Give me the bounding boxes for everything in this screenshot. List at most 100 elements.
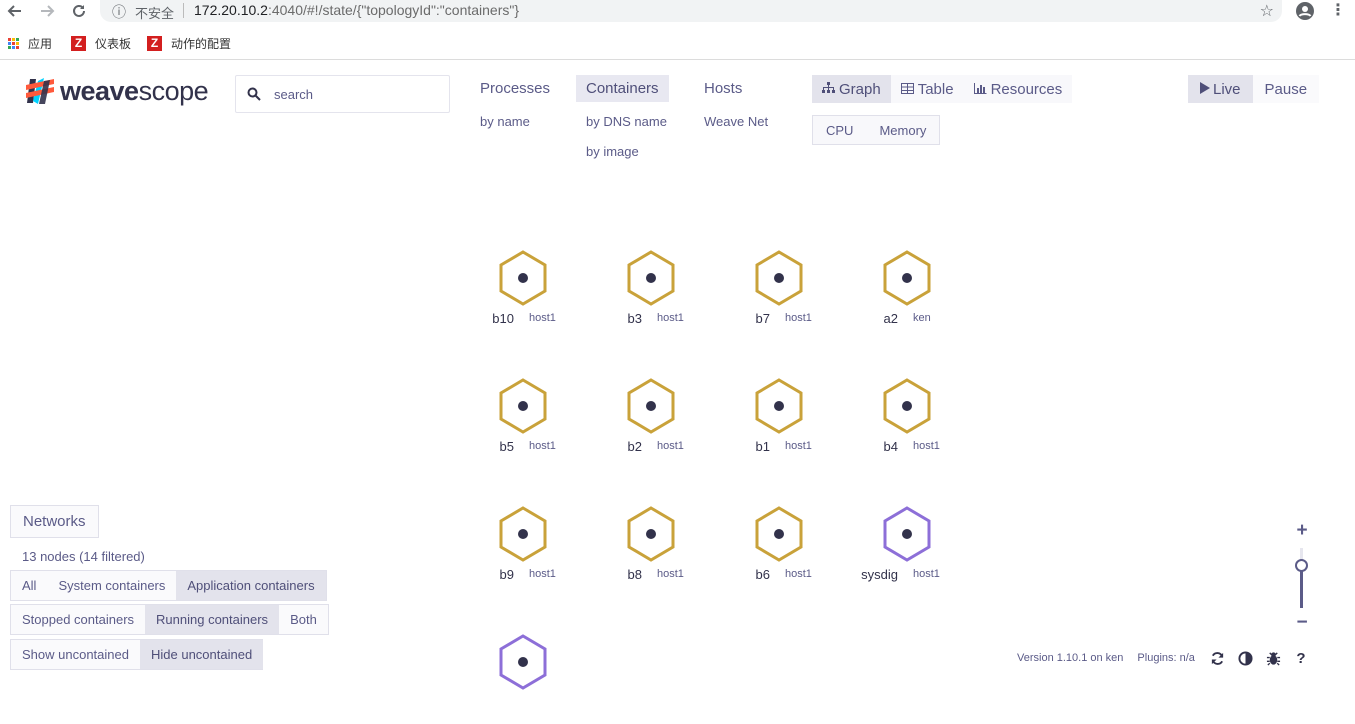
filter-stopped-containers-option[interactable]: Stopped containers xyxy=(11,605,145,634)
filter-system-containers-option[interactable]: System containers xyxy=(47,571,176,600)
subtopology-containers-by-dns-name[interactable]: by DNS name xyxy=(586,114,667,129)
graph-node[interactable] xyxy=(449,634,599,724)
zoom-out-button[interactable]: − xyxy=(1293,612,1311,634)
url-text: 172.20.10.2:4040/#!/state/{"topologyId":… xyxy=(194,2,519,18)
bookmark-star-icon[interactable]: ☆ xyxy=(1260,1,1274,21)
node-sublabel: host1 xyxy=(529,312,556,324)
back-arrow-icon[interactable] xyxy=(4,0,26,22)
view-resources-button[interactable]: Resources xyxy=(964,75,1073,103)
node-center-dot xyxy=(518,273,528,283)
subtopology-containers-by-image[interactable]: by image xyxy=(586,144,639,159)
bookmark-apps[interactable]: 应用 xyxy=(8,34,52,52)
playback-controls: Live Pause xyxy=(1188,75,1320,103)
browser-chrome: ⓘ 不安全 172.20.10.2:4040/#!/state/{"topolo… xyxy=(0,0,1355,60)
node-sublabel: host1 xyxy=(785,568,812,580)
metric-cpu-button[interactable]: CPU xyxy=(813,116,866,144)
subtopology-processes-by-name[interactable]: by name xyxy=(480,114,530,129)
contrast-icon[interactable] xyxy=(1236,649,1254,667)
filter-application-containers-option[interactable]: Application containers xyxy=(176,571,326,600)
pause-button[interactable]: Pause xyxy=(1253,75,1320,103)
node-center-dot xyxy=(518,401,528,411)
node-sublabel: host1 xyxy=(785,312,812,324)
container-state-filter-group: Stopped containers Running containers Bo… xyxy=(10,604,329,635)
refresh-icon[interactable] xyxy=(1208,649,1226,667)
profile-avatar-icon[interactable] xyxy=(1294,0,1316,22)
networks-button[interactable]: Networks xyxy=(10,505,99,538)
forward-arrow-icon[interactable] xyxy=(36,0,58,22)
reload-icon[interactable] xyxy=(68,0,90,22)
container-filter-group: All System containers Application contai… xyxy=(10,570,327,601)
graph-node[interactable]: b4 host1 xyxy=(833,378,983,468)
live-label: Live xyxy=(1213,80,1241,98)
node-center-dot xyxy=(518,657,528,667)
metric-memory-button[interactable]: Memory xyxy=(866,116,939,144)
search-box[interactable] xyxy=(235,75,450,113)
search-input[interactable] xyxy=(274,85,439,103)
version-text: Version 1.10.1 on ken xyxy=(1017,652,1124,664)
container-hexagon-icon xyxy=(499,378,547,434)
bookmark-label: 动作的配置 xyxy=(171,36,232,51)
node-sublabel: host1 xyxy=(657,568,684,580)
bookmark-actions[interactable]: Z 动作的配置 xyxy=(147,34,231,52)
node-center-dot xyxy=(774,273,784,283)
node-label: b9 xyxy=(499,567,514,582)
logo-text: weavescope xyxy=(60,75,209,107)
node-label: b10 xyxy=(492,311,514,326)
topology-containers[interactable]: Containers xyxy=(576,75,669,102)
filter-hide-uncontained-option[interactable]: Hide uncontained xyxy=(139,640,264,669)
weavescope-logo[interactable]: weavescope xyxy=(24,74,209,108)
node-label: sysdig xyxy=(861,567,898,582)
url-host: 172.20.10.2 xyxy=(194,2,268,18)
node-center-dot xyxy=(774,401,784,411)
bookmark-dashboard[interactable]: Z 仪表板 xyxy=(71,34,131,52)
filter-show-uncontained-option[interactable]: Show uncontained xyxy=(11,640,140,669)
help-icon[interactable]: ? xyxy=(1292,649,1310,667)
view-graph-button[interactable]: Graph xyxy=(812,75,891,103)
filter-running-containers-option[interactable]: Running containers xyxy=(145,605,280,634)
view-table-button[interactable]: Table xyxy=(891,75,964,103)
container-hexagon-icon xyxy=(755,378,803,434)
filter-both-option[interactable]: Both xyxy=(279,605,328,634)
container-hexagon-icon xyxy=(627,506,675,562)
filter-all-option[interactable]: All xyxy=(11,571,47,600)
debug-bug-icon[interactable] xyxy=(1264,649,1282,667)
node-label: b4 xyxy=(883,439,898,454)
node-label: b5 xyxy=(499,439,514,454)
info-icon[interactable]: ⓘ xyxy=(112,2,126,22)
topology-processes[interactable]: Processes xyxy=(470,75,560,102)
node-sublabel: host1 xyxy=(657,312,684,324)
logo-text-bold: weave xyxy=(60,75,139,106)
node-label: b7 xyxy=(755,311,770,326)
graph-node[interactable]: a2 ken xyxy=(833,250,983,340)
view-graph-label: Graph xyxy=(839,80,881,98)
weavescope-logo-icon xyxy=(24,75,56,107)
bar-chart-icon xyxy=(973,82,987,97)
zoom-slider-handle[interactable] xyxy=(1295,559,1308,572)
live-button[interactable]: Live xyxy=(1188,75,1253,103)
bookmark-label: 仪表板 xyxy=(95,36,132,51)
apps-grid-icon xyxy=(8,37,19,49)
node-sublabel: host1 xyxy=(529,568,556,580)
play-icon xyxy=(1200,81,1210,98)
node-sublabel: host1 xyxy=(529,440,556,452)
metric-selector: CPU Memory xyxy=(812,115,941,145)
browser-menu-icon[interactable]: ⋮ xyxy=(1330,0,1346,22)
graph-node[interactable]: sysdig host1 xyxy=(833,506,983,596)
zabbix-icon: Z xyxy=(147,35,162,51)
container-hexagon-icon xyxy=(883,250,931,306)
security-label: 不安全 xyxy=(135,6,175,21)
separator xyxy=(183,3,184,18)
address-bar[interactable]: ⓘ 不安全 172.20.10.2:4040/#!/state/{"topolo… xyxy=(100,0,1282,22)
footer-tools: ? xyxy=(1208,649,1310,667)
node-center-dot xyxy=(518,529,528,539)
zabbix-icon: Z xyxy=(71,35,86,51)
node-sublabel: host1 xyxy=(657,440,684,452)
node-center-dot xyxy=(774,529,784,539)
node-label: b3 xyxy=(627,311,642,326)
subtopology-hosts-weave-net[interactable]: Weave Net xyxy=(704,114,768,129)
zoom-slider-fill xyxy=(1300,566,1303,608)
topology-hosts[interactable]: Hosts xyxy=(694,75,752,102)
node-sublabel: host1 xyxy=(913,440,940,452)
zoom-in-button[interactable]: + xyxy=(1293,520,1311,542)
container-hexagon-icon xyxy=(499,506,547,562)
